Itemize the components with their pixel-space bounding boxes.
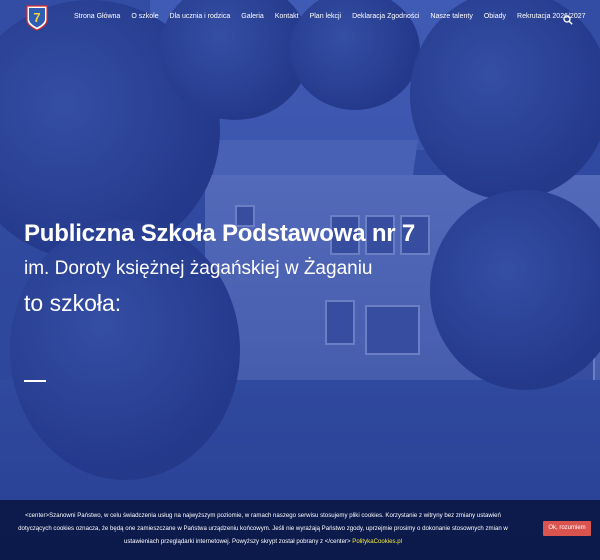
menu-item-lunch[interactable]: Obiady [484, 13, 506, 20]
menu-item-recruitment[interactable]: Rekrutacja 2026/2027 [517, 13, 586, 20]
page-subtitle: im. Doroty księżnej żagańskiej w Żaganiu [24, 258, 373, 279]
menu-item-gallery[interactable]: Galeria [241, 13, 264, 20]
search-icon[interactable] [563, 12, 573, 25]
cookie-bar: <center>Szanowni Państwo, w celu świadcz… [0, 500, 600, 560]
menu-item-accessibility[interactable]: Deklaracja Zgodności [352, 13, 419, 20]
menu-item-timetable[interactable]: Plan lekcji [310, 13, 342, 20]
menu-item-students-parents[interactable]: Dla ucznia i rodzica [170, 13, 231, 20]
school-logo-icon[interactable]: 7 [25, 4, 49, 32]
cookie-message: <center>Szanowni Państwo, w celu świadcz… [0, 509, 526, 549]
cookie-text: <center>Szanowni Państwo, w celu świadcz… [18, 512, 508, 546]
hero-lead: to szkoła: [24, 290, 122, 316]
svg-text:7: 7 [33, 10, 40, 25]
hero-overlay [0, 0, 600, 560]
main-menu: Strona Główna O szkole Dla ucznia i rodz… [74, 13, 597, 20]
menu-item-about[interactable]: O szkole [131, 13, 158, 20]
cookie-accept-button[interactable]: Ok, rozumiem [543, 521, 591, 536]
top-navigation: 7 Strona Główna O szkole Dla ucznia i ro… [0, 0, 600, 36]
menu-item-contact[interactable]: Kontakt [275, 13, 299, 20]
cookie-policy-link[interactable]: PolitykaCookies.pl [352, 538, 402, 545]
menu-item-talents[interactable]: Nasze talenty [430, 13, 472, 20]
menu-item-home[interactable]: Strona Główna [74, 13, 120, 20]
hero-divider [24, 380, 46, 382]
page-title: Publiczna Szkoła Podstawowa nr 7 [24, 220, 416, 247]
hero-background [0, 0, 600, 560]
